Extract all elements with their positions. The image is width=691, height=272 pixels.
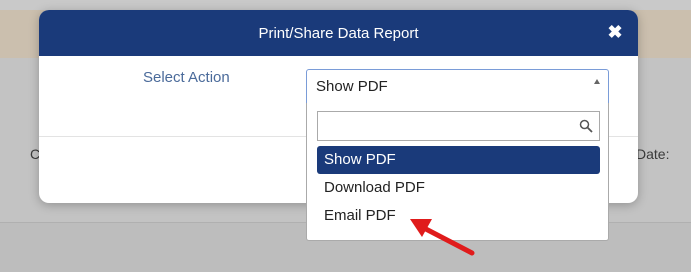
background-top bbox=[0, 0, 691, 10]
select-action-dropdown[interactable]: Show PDF bbox=[306, 69, 609, 104]
modal-title: Print/Share Data Report bbox=[258, 24, 419, 42]
option-download-pdf[interactable]: Download PDF bbox=[317, 174, 600, 202]
red-arrow-annotation bbox=[410, 219, 475, 256]
option-show-pdf[interactable]: Show PDF bbox=[317, 146, 600, 174]
caret-up-icon bbox=[594, 79, 600, 84]
background-date-label: Date: bbox=[636, 146, 670, 162]
dropdown-search-input[interactable] bbox=[318, 112, 599, 140]
select-action-label: Select Action bbox=[143, 69, 230, 86]
selected-value: Show PDF bbox=[316, 78, 388, 95]
close-icon[interactable]: ✖ bbox=[606, 21, 624, 43]
dropdown-search bbox=[317, 111, 600, 141]
search-icon bbox=[579, 119, 593, 133]
modal-header: Print/Share Data Report ✖ bbox=[39, 10, 638, 56]
